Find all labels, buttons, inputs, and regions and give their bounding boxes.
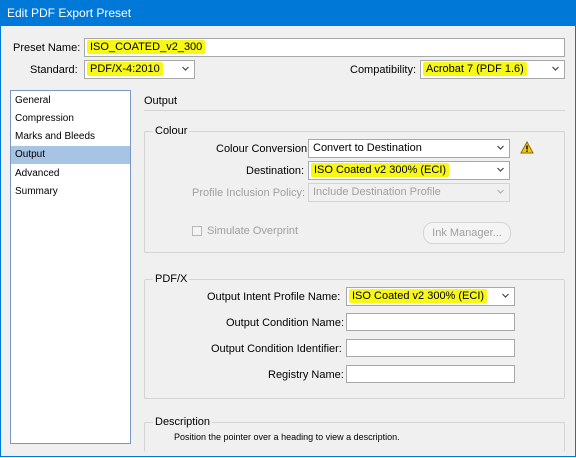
registry-name-input[interactable] — [346, 365, 515, 383]
description-group-title: Description — [153, 416, 213, 428]
colour-group-title: Colour — [153, 125, 190, 137]
ink-manager-button[interactable]: Ink Manager... — [423, 222, 511, 244]
chevron-down-icon — [502, 292, 509, 299]
compatibility-label: Compatibility: — [350, 64, 417, 76]
settings-category-list: General Compression Marks and Bleeds Out… — [10, 90, 131, 444]
colour-conversion-value: Convert to Destination — [313, 142, 422, 154]
colour-conversion-select[interactable]: Convert to Destination — [308, 139, 510, 158]
output-intent-label: Output Intent Profile Name: — [207, 291, 341, 303]
standard-label: Standard: — [30, 64, 78, 76]
colour-conversion-label: Colour Conversion: — [216, 143, 311, 155]
standard-select[interactable]: PDF/X-4:2010 — [84, 60, 195, 79]
simulate-overprint-checkbox[interactable] — [192, 226, 202, 236]
output-intent-value: ISO Coated v2 300% (ECI) — [349, 289, 488, 303]
output-intent-select[interactable]: ISO Coated v2 300% (ECI) — [346, 287, 515, 306]
heading-divider — [144, 110, 565, 111]
destination-value: ISO Coated v2 300% (ECI) — [311, 163, 450, 177]
simulate-overprint-label: Simulate Overprint — [207, 225, 299, 237]
registry-name-label: Registry Name: — [268, 369, 344, 381]
chevron-down-icon — [497, 188, 504, 195]
output-condition-identifier-label: Output Condition Identifier: — [211, 343, 342, 355]
preset-name-value: ISO_COATED_v2_300 — [87, 40, 206, 54]
title-bar: Edit PDF Export Preset — [0, 0, 576, 26]
description-text: Position the pointer over a heading to v… — [174, 432, 400, 442]
output-condition-identifier-input[interactable] — [346, 339, 515, 357]
preset-name-label: Preset Name: — [13, 42, 81, 54]
warning-triangle-icon — [520, 140, 534, 157]
sidebar-item-compression[interactable]: Compression — [11, 110, 130, 128]
sidebar-item-summary[interactable]: Summary — [11, 183, 130, 201]
output-condition-name-input[interactable] — [346, 313, 515, 331]
compatibility-value: Acrobat 7 (PDF 1.6) — [423, 62, 527, 76]
window-title: Edit PDF Export Preset — [7, 6, 132, 20]
output-condition-name-label: Output Condition Name: — [226, 317, 345, 329]
profile-inclusion-label: Profile Inclusion Policy: — [192, 187, 306, 199]
page-title: Output — [144, 95, 178, 107]
destination-select[interactable]: ISO Coated v2 300% (ECI) — [308, 161, 510, 180]
chevron-down-icon — [497, 166, 504, 173]
destination-label: Destination: — [246, 165, 305, 177]
sidebar-item-output[interactable]: Output — [11, 146, 130, 164]
pdfx-group-title: PDF/X — [153, 273, 190, 285]
profile-inclusion-value: Include Destination Profile — [313, 186, 441, 198]
standard-value: PDF/X-4:2010 — [87, 62, 163, 76]
compatibility-select[interactable]: Acrobat 7 (PDF 1.6) — [420, 60, 565, 79]
chevron-down-icon — [497, 144, 504, 151]
sidebar-item-advanced[interactable]: Advanced — [11, 165, 130, 183]
sidebar-item-general[interactable]: General — [11, 92, 130, 110]
chevron-down-icon — [182, 65, 189, 72]
chevron-down-icon — [552, 65, 559, 72]
sidebar-item-marks-and-bleeds[interactable]: Marks and Bleeds — [11, 128, 130, 146]
preset-name-input[interactable]: ISO_COATED_v2_300 — [84, 38, 565, 57]
profile-inclusion-select[interactable]: Include Destination Profile — [308, 183, 510, 202]
